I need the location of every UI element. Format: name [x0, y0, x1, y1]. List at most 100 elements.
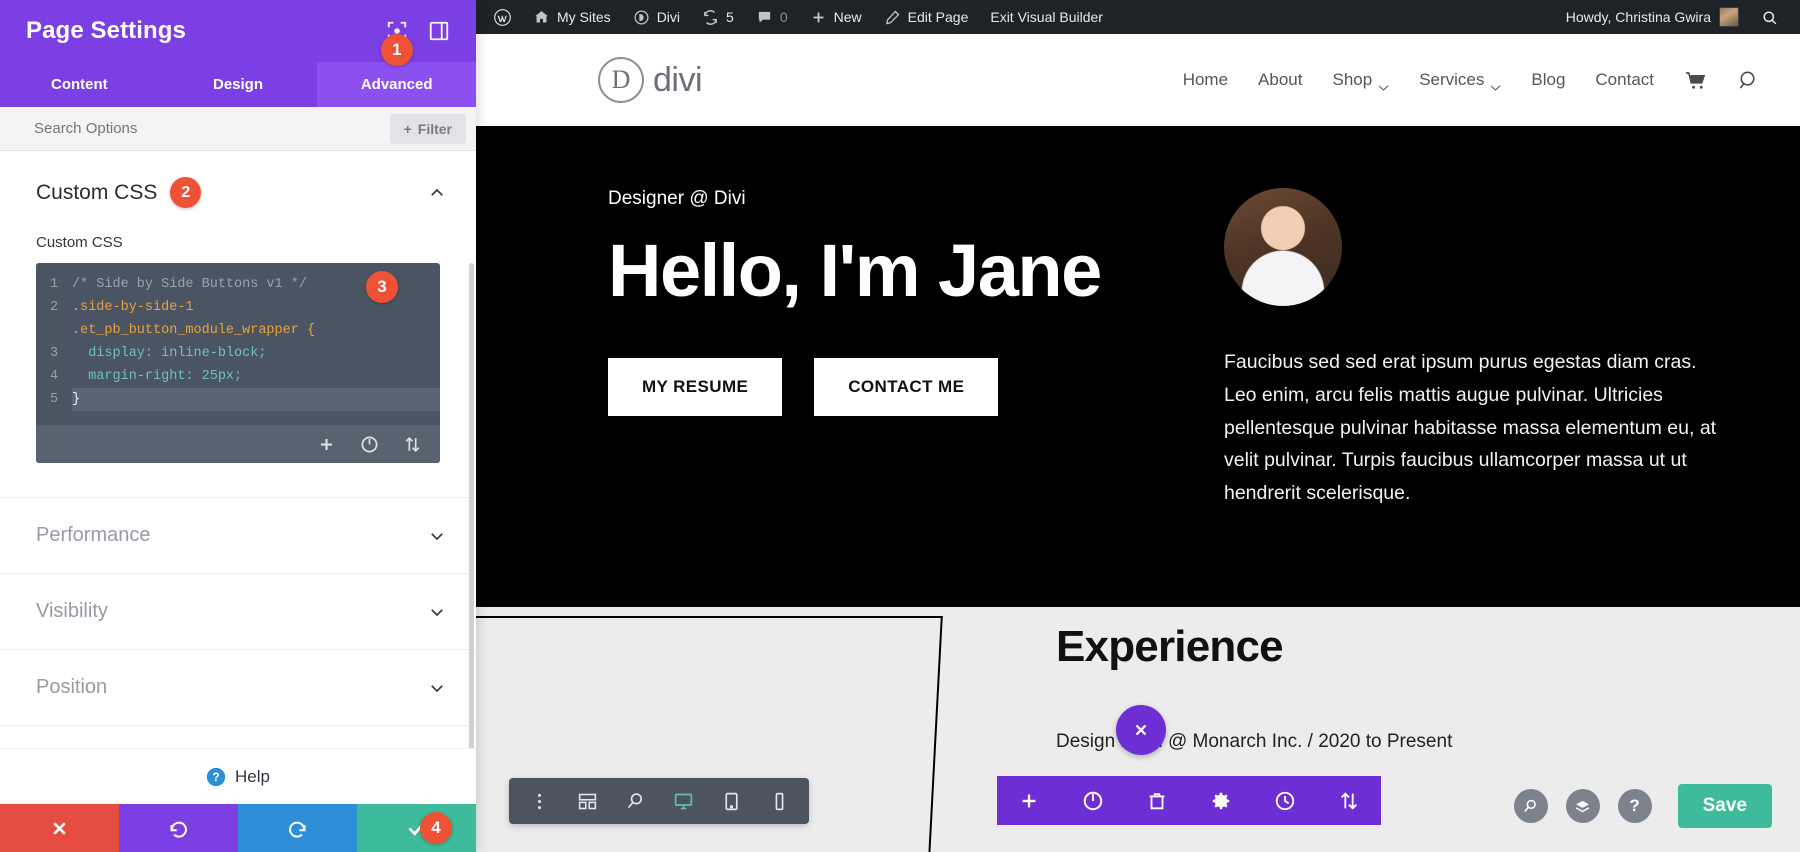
svg-text:?: ?: [212, 771, 219, 784]
layout-toggle-icon[interactable]: [428, 20, 450, 42]
line-number: 3: [36, 342, 72, 365]
sort-icon[interactable]: [1317, 776, 1381, 825]
cart-icon[interactable]: [1684, 69, 1707, 92]
code-line-text: margin-right: 25px;: [72, 365, 440, 388]
history-icon[interactable]: [1253, 776, 1317, 825]
chevron-down-icon[interactable]: [428, 603, 446, 621]
save-button[interactable]: Save: [1678, 784, 1772, 828]
phone-icon[interactable]: [755, 778, 803, 824]
site-logo[interactable]: D divi: [598, 57, 702, 103]
tablet-icon[interactable]: [707, 778, 755, 824]
panel-scrollbar[interactable]: [469, 263, 474, 748]
desktop-icon[interactable]: [659, 778, 707, 824]
plus-icon[interactable]: [317, 435, 336, 454]
updates-item[interactable]: 5: [691, 0, 745, 34]
module-action-toolbar: [997, 776, 1381, 825]
sort-icon[interactable]: [403, 435, 422, 454]
custom-css-code-editor[interactable]: 3 1 /* Side by Side Buttons v1 */ 2 .sid…: [36, 263, 440, 463]
wordpress-logo-icon[interactable]: [476, 0, 522, 34]
comments-item[interactable]: 0: [745, 0, 799, 34]
hero-buttons: MY RESUME CONTACT ME: [608, 358, 1200, 416]
gear-icon[interactable]: [1189, 776, 1253, 825]
exit-visual-builder-item[interactable]: Exit Visual Builder: [979, 0, 1114, 34]
new-item[interactable]: New: [799, 0, 873, 34]
help-icon: ?: [206, 767, 226, 787]
edit-page-item[interactable]: Edit Page: [873, 0, 980, 34]
chevron-down-icon[interactable]: [428, 679, 446, 697]
plus-icon: +: [404, 121, 412, 137]
nav-item-shop-label: Shop: [1332, 70, 1372, 90]
nav-item-services[interactable]: Services: [1419, 70, 1501, 90]
nav-item-contact[interactable]: Contact: [1595, 70, 1654, 90]
nav-item-home[interactable]: Home: [1183, 70, 1228, 90]
power-icon[interactable]: [360, 435, 379, 454]
help-icon[interactable]: ?: [1618, 789, 1652, 823]
code-line-text: display: inline-block;: [72, 342, 440, 365]
close-module-button[interactable]: [1116, 705, 1166, 755]
filter-label: Filter: [418, 121, 452, 137]
undo-button[interactable]: [119, 804, 238, 852]
howdy-item[interactable]: Howdy, Christina Gwira: [1555, 0, 1750, 34]
section-custom-css: Custom CSS 2 Custom CSS 3 1 /* Side by S…: [0, 151, 476, 498]
hero-right-column: Faucibus sed sed erat ipsum purus egesta…: [1224, 188, 1730, 510]
comments-count: 0: [780, 9, 788, 25]
help-glyph: ?: [1629, 796, 1639, 816]
line-number: [36, 319, 72, 342]
layers-icon[interactable]: [1566, 789, 1600, 823]
avatar: [1719, 7, 1739, 27]
nav-item-services-label: Services: [1419, 70, 1484, 90]
search-icon[interactable]: [1737, 69, 1760, 92]
nav-item-contact-label: Contact: [1595, 70, 1654, 90]
chevron-up-icon[interactable]: [428, 184, 446, 202]
panel-scroll-area: Custom CSS 2 Custom CSS 3 1 /* Side by S…: [0, 151, 476, 748]
custom-css-field-label: Custom CSS: [36, 234, 440, 251]
kebab-menu-icon[interactable]: [515, 778, 563, 824]
nav-item-shop[interactable]: Shop: [1332, 70, 1389, 90]
nav-item-blog[interactable]: Blog: [1531, 70, 1565, 90]
code-line-text: }: [72, 388, 440, 411]
code-line: 4 margin-right: 25px;: [36, 365, 440, 388]
wireframe-icon[interactable]: [563, 778, 611, 824]
section-custom-css-header[interactable]: Custom CSS 2: [0, 151, 476, 234]
code-editor-footer: [36, 425, 440, 463]
experience-title: Experience: [1056, 622, 1283, 672]
line-number: 4: [36, 365, 72, 388]
zoom-icon[interactable]: [611, 778, 659, 824]
tab-design[interactable]: Design: [159, 62, 318, 107]
trash-icon[interactable]: [1125, 776, 1189, 825]
my-sites-item[interactable]: My Sites: [522, 0, 622, 34]
power-icon[interactable]: [1061, 776, 1125, 825]
chevron-down-icon[interactable]: [428, 527, 446, 545]
nav-item-about[interactable]: About: [1258, 70, 1302, 90]
line-number: 5: [36, 388, 72, 411]
builder-view-toolbar: [509, 778, 809, 824]
admin-search-icon[interactable]: [1750, 0, 1800, 34]
tab-content-label: Content: [51, 76, 108, 93]
cancel-button[interactable]: [0, 804, 119, 852]
code-line-text: .et_pb_button_module_wrapper {: [72, 319, 440, 342]
help-label: Help: [235, 767, 270, 787]
my-resume-button[interactable]: MY RESUME: [608, 358, 782, 416]
section-visibility-header[interactable]: Visibility: [0, 574, 476, 649]
step-badge-3: 3: [366, 271, 398, 303]
tab-content[interactable]: Content: [0, 62, 159, 107]
logo-mark-icon: D: [598, 57, 644, 103]
save-check-button[interactable]: [357, 804, 476, 852]
section-performance-header[interactable]: Performance: [0, 498, 476, 573]
search-input[interactable]: [34, 120, 390, 137]
tab-advanced[interactable]: Advanced 1: [317, 62, 476, 107]
divi-item[interactable]: Divi: [622, 0, 691, 34]
step-badge-1: 1: [381, 34, 413, 66]
contact-me-button[interactable]: CONTACT ME: [814, 358, 998, 416]
section-custom-css-body: Custom CSS 3 1 /* Side by Side Buttons v…: [0, 234, 476, 497]
section-position-header[interactable]: Position: [0, 650, 476, 725]
section-performance: Performance: [0, 498, 476, 574]
redo-button[interactable]: [238, 804, 357, 852]
logo-text: divi: [653, 61, 702, 100]
filter-button[interactable]: + Filter: [390, 114, 466, 144]
zoom-icon[interactable]: [1514, 789, 1548, 823]
plus-icon[interactable]: [997, 776, 1061, 825]
page-settings-panel: Page Settings Content: [0, 0, 476, 852]
help-row[interactable]: ? Help: [0, 748, 476, 804]
howdy-label: Howdy, Christina Gwira: [1566, 9, 1711, 25]
